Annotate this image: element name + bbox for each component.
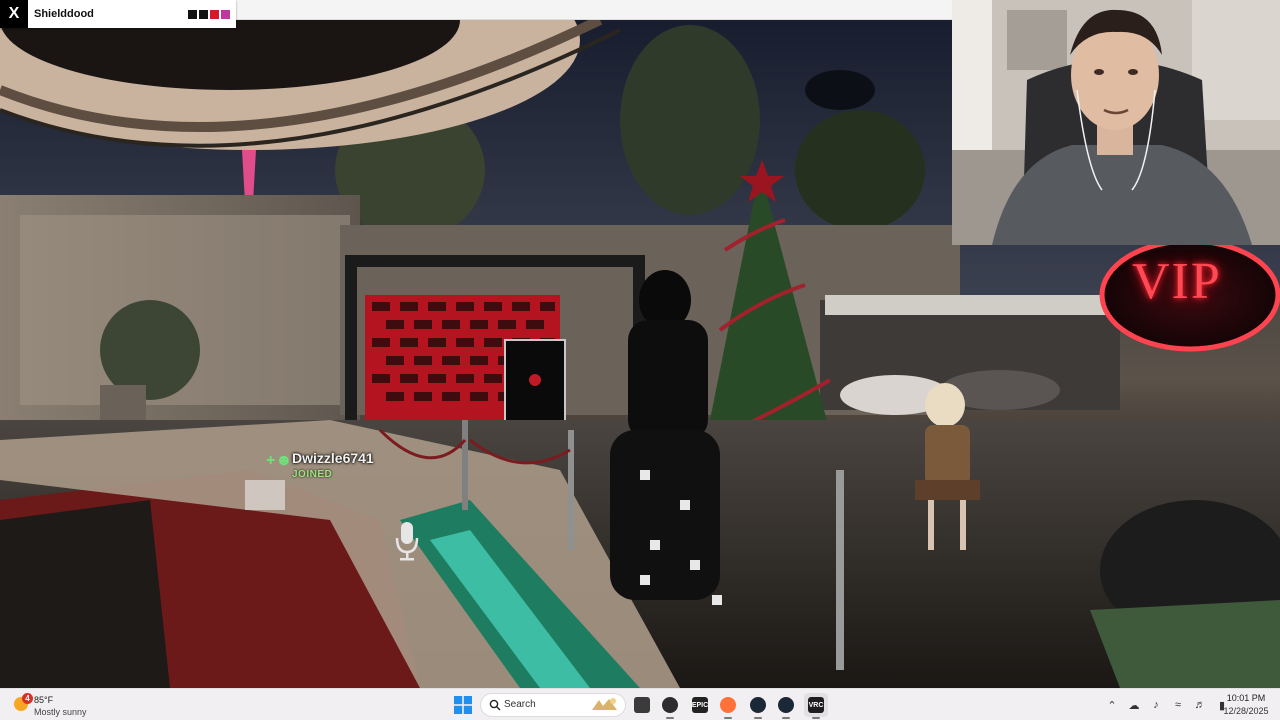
obs-icon bbox=[662, 697, 678, 713]
epic-games-icon: EPIC bbox=[692, 697, 708, 713]
system-tray: ⌃ ☁ ♪ ≈ ♬ ▮ bbox=[1104, 695, 1230, 715]
search-icon bbox=[489, 699, 501, 711]
color-swatches bbox=[188, 9, 230, 19]
weather-temperature: 85°F bbox=[34, 695, 54, 705]
mic-icon[interactable]: ♪ bbox=[1148, 697, 1164, 713]
cloud-icon[interactable]: ☁ bbox=[1126, 697, 1142, 713]
vrchat-app[interactable]: VRC bbox=[804, 693, 828, 719]
player-status: JOINED bbox=[292, 469, 333, 480]
steam-app-2[interactable] bbox=[774, 693, 798, 719]
clock-time: 10:01 PM bbox=[1226, 693, 1266, 703]
vip-sign-text: VIP bbox=[1132, 253, 1222, 310]
swatch-3 bbox=[210, 9, 219, 19]
windows-start-icon[interactable] bbox=[454, 696, 472, 714]
window-title: Shielddood bbox=[34, 8, 94, 20]
vrchat-icon: VRC bbox=[808, 697, 824, 713]
swatch-2 bbox=[199, 9, 208, 19]
file-explorer-icon bbox=[634, 697, 650, 713]
user-joined-icon: +☻ bbox=[266, 452, 293, 469]
firefox-app[interactable] bbox=[716, 693, 740, 719]
swatch-4 bbox=[221, 9, 230, 19]
player-name: Dwizzle6741 bbox=[292, 450, 374, 466]
window-tab[interactable]: X Shielddood bbox=[0, 0, 236, 28]
chevron-up-icon[interactable]: ⌃ bbox=[1104, 697, 1120, 713]
x-logo-icon: X bbox=[0, 0, 28, 28]
weather-condition: Mostly sunny bbox=[34, 707, 87, 717]
steam-icon-2 bbox=[778, 697, 794, 713]
clock-date: 12/28/2025 bbox=[1223, 706, 1269, 716]
search-highlight-icon bbox=[592, 698, 617, 710]
webcam-feed bbox=[952, 0, 1280, 245]
search-label: Search bbox=[504, 699, 536, 710]
epic-games-app[interactable]: EPIC bbox=[688, 693, 712, 717]
window-title-strip bbox=[236, 0, 952, 20]
steam-app[interactable] bbox=[746, 693, 770, 719]
file-explorer-app[interactable] bbox=[630, 693, 654, 717]
steam-icon bbox=[750, 697, 766, 713]
webcam-overlay bbox=[952, 0, 1280, 245]
desktop-screen: VIP +☻ Dwizzle6741 JOINED X Shielddood 4… bbox=[0, 0, 1280, 720]
obs-app[interactable] bbox=[658, 693, 682, 719]
volume-icon[interactable]: ♬ bbox=[1192, 697, 1208, 713]
system-clock[interactable]: 10:01 PM 12/28/2025 bbox=[1218, 693, 1274, 716]
swatch-1 bbox=[188, 9, 197, 19]
taskbar: 4 85°F Mostly sunny Search EPIC VRC ⌃ ☁ … bbox=[0, 688, 1280, 720]
weather-badge: 4 bbox=[22, 693, 33, 704]
firefox-icon bbox=[720, 697, 736, 713]
taskbar-search[interactable]: Search bbox=[480, 693, 626, 717]
wifi-icon[interactable]: ≈ bbox=[1170, 697, 1186, 713]
microphone-icon bbox=[395, 522, 419, 561]
weather-widget[interactable]: 4 85°F Mostly sunny bbox=[12, 692, 132, 718]
